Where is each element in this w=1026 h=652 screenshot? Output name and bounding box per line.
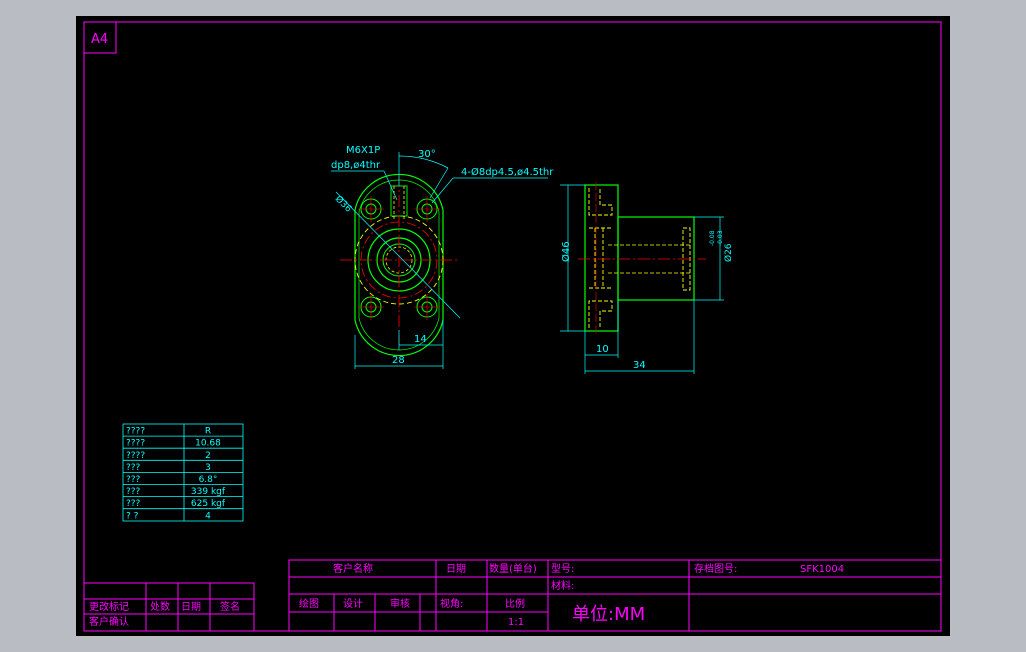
- spec-row-label: ? ?: [126, 511, 139, 521]
- rev-date-label: 日期: [181, 601, 201, 613]
- place-count-label: 处数: [150, 600, 170, 613]
- hole-note: 4-Ø8dp4.5,ø4.5thr: [461, 166, 554, 178]
- spec-row-label: ???: [126, 463, 141, 473]
- date-label: 日期: [446, 563, 466, 575]
- archive-label: 存档图号:: [694, 562, 737, 575]
- drawing-background: [76, 16, 950, 636]
- spec-row-value: 625 kgf: [191, 499, 226, 509]
- drawing-sheet: A4 30° M6X1P dp8,ø4thr 4-Ø8dp4.5,ø4.5thr…: [76, 16, 950, 636]
- spec-row-label: ????: [126, 427, 145, 437]
- customer-confirm-label: 客户确认: [89, 615, 129, 628]
- sign-label: 签名: [220, 600, 240, 613]
- spec-row-value: 339 kgf: [191, 487, 226, 497]
- spec-row-value: 10.68: [195, 439, 221, 449]
- dim-width: 28: [392, 355, 405, 366]
- dim-body-dia: Ø26: [723, 243, 734, 262]
- spec-row-label: ???: [126, 475, 141, 485]
- dim-flange-thk: 10: [596, 344, 609, 355]
- spec-row-value: 6.8°: [199, 475, 218, 485]
- thread-note-2: dp8,ø4thr: [331, 160, 381, 171]
- dim-flange-dia: Ø46: [560, 241, 572, 262]
- model-label: 型号:: [551, 562, 574, 575]
- scale-value: 1:1: [508, 617, 524, 628]
- spec-row-value: 4: [205, 511, 211, 521]
- spec-row-label: ???: [126, 499, 141, 509]
- sheet-size-label: A4: [91, 32, 108, 47]
- dim-body-tol-upper: -0.08: [709, 230, 716, 246]
- spec-row-value: 2: [205, 451, 211, 461]
- spec-row-value: R: [205, 427, 211, 437]
- spec-row-label: ????: [126, 439, 145, 449]
- view-angle-label: 视角:: [440, 597, 463, 610]
- spec-row-value: 3: [205, 463, 211, 473]
- design-label: 设计: [343, 597, 363, 610]
- spec-row-label: ????: [126, 451, 145, 461]
- angle-label: 30°: [418, 149, 436, 160]
- change-mark-label: 更改标记: [89, 600, 129, 613]
- dim-length: 34: [633, 360, 646, 371]
- quantity-label: 数量(单台): [489, 562, 537, 575]
- spec-row-label: ???: [126, 487, 141, 497]
- check-label: 审核: [390, 597, 410, 610]
- drawn-label: 绘图: [299, 597, 319, 610]
- archive-value: SFK1004: [800, 564, 844, 575]
- customer-name-label: 客户名称: [333, 562, 373, 575]
- thread-note-1: M6X1P: [346, 145, 380, 156]
- dim-half: 14: [414, 334, 427, 345]
- unit-label: 单位:MM: [572, 604, 645, 625]
- material-label: 材料:: [551, 579, 574, 592]
- dim-body-tol-lower: -0.03: [717, 230, 724, 246]
- scale-label: 比例: [505, 597, 525, 610]
